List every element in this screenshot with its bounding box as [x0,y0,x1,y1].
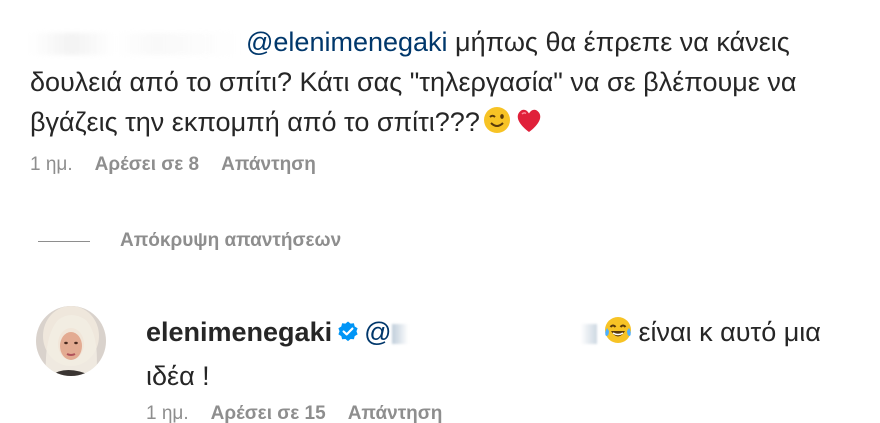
hide-replies-label: Απόκρυψη απαντήσεων [120,230,342,251]
verified-badge-icon [336,315,360,355]
redacted-mention [391,323,597,344]
reply-meta: 1 ημ. Αρέσει σε 15 Απάντηση [146,403,442,423]
reply-body: elenimenegaki @ είναι κ αυτό μια ιδέα ! [146,312,846,396]
reply-username[interactable]: elenimenegaki [146,317,332,347]
reply-likes-count[interactable]: Αρέσει σε 15 [211,403,326,423]
redacted-username[interactable] [30,32,240,55]
reply-mention-prefix: @ [364,317,392,347]
tears-of-joy-emoji-icon [603,315,633,356]
hide-replies-button[interactable]: Απόκρυψη απαντήσεων [38,230,341,252]
comment-reply-button[interactable]: Απάντηση [221,154,316,176]
comment-body: @elenimenegaki μήπως θα έπρεπε να κάνεις… [30,22,860,146]
heart-emoji-icon [514,105,544,146]
reply-mention[interactable]: @ [364,317,597,347]
comment-meta: 1 ημ. Αρέσει σε 8 Απάντηση [30,154,316,176]
reply-reply-button[interactable]: Απάντηση [348,403,443,423]
avatar[interactable] [36,306,106,376]
divider-line [38,240,90,242]
wink-emoji-icon [482,105,512,146]
comment-timestamp[interactable]: 1 ημ. [30,154,73,176]
comment-thread: @elenimenegaki μήπως θα έπρεπε να κάνεις… [0,0,880,423]
reply-timestamp[interactable]: 1 ημ. [146,403,189,423]
comment-likes-count[interactable]: Αρέσει σε 8 [95,154,199,176]
comment-mention[interactable]: @elenimenegaki [246,27,448,57]
